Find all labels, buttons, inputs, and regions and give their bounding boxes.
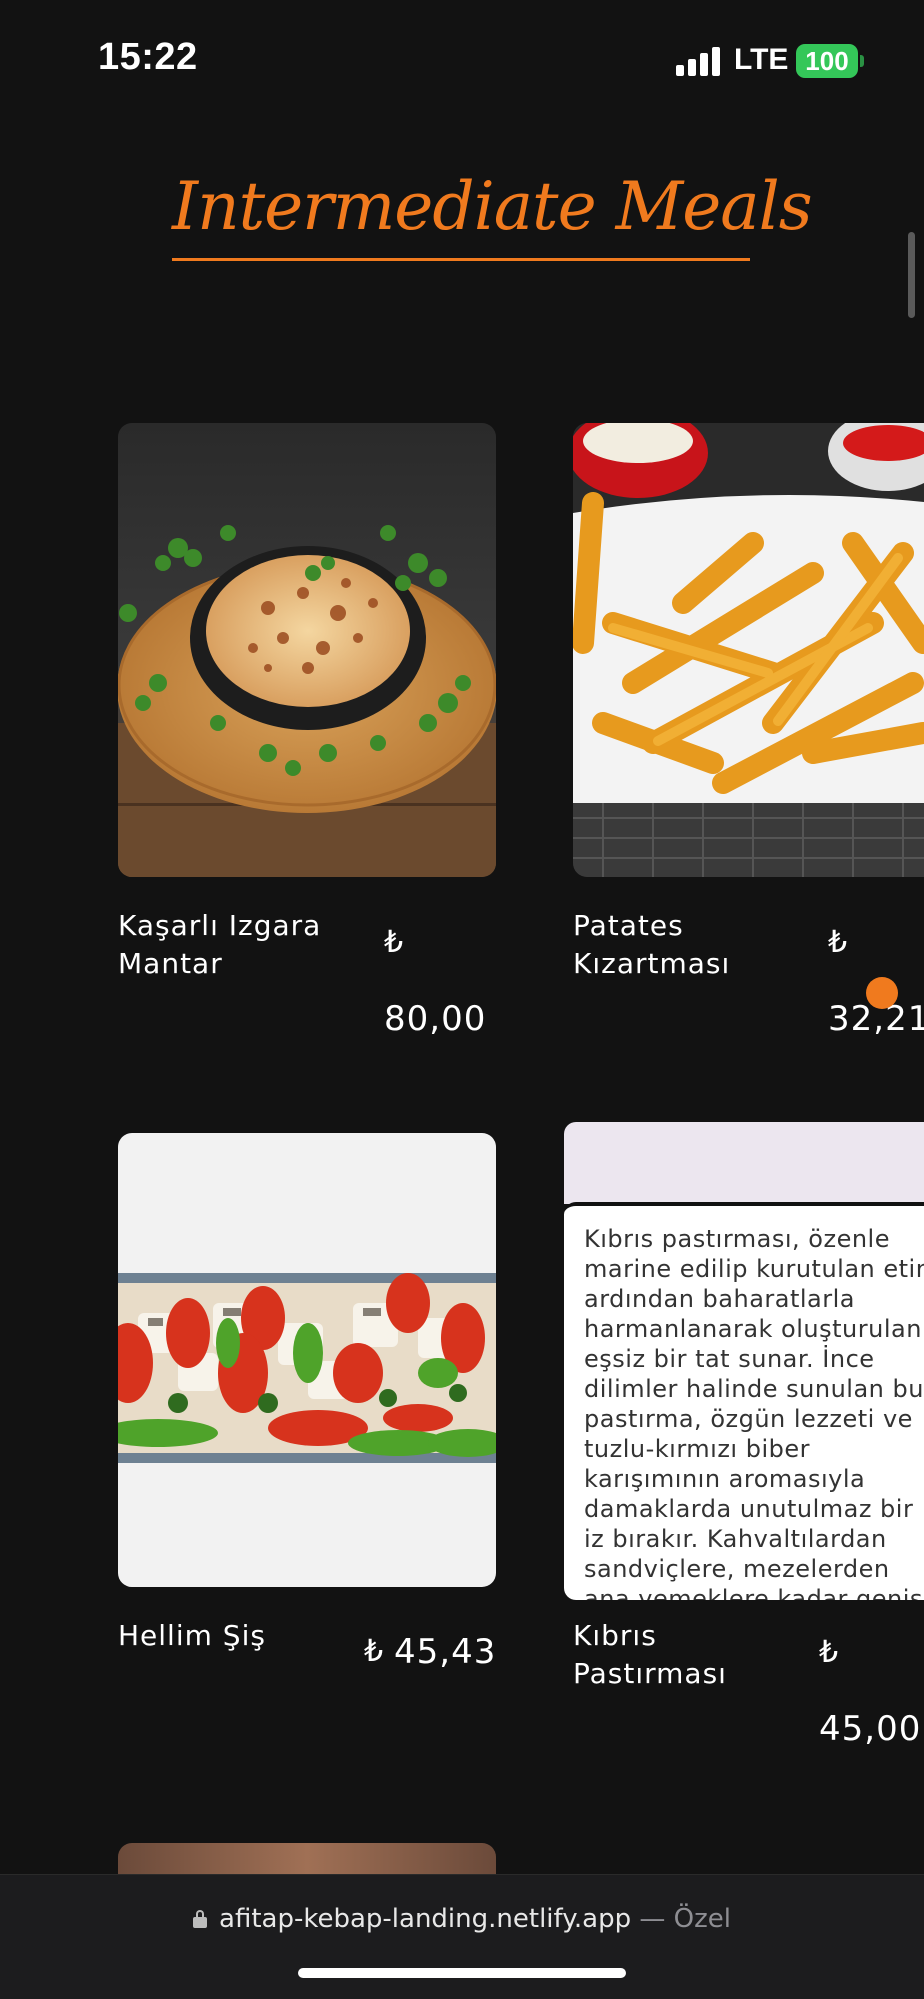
item-name-line: Patates bbox=[573, 909, 684, 942]
notification-dot[interactable] bbox=[866, 977, 898, 1009]
item-name: Hellim Şiş bbox=[118, 1619, 266, 1652]
browser-address-bar[interactable] bbox=[0, 1874, 924, 1999]
scrollbar-thumb[interactable] bbox=[908, 232, 915, 318]
item-name-line: Kızartması bbox=[573, 947, 731, 980]
network-type: LTE bbox=[734, 43, 789, 76]
mushroom-skillet-image[interactable] bbox=[118, 423, 496, 877]
page: 15:22 LTE 100 Intermediate Meals Kaşarlı… bbox=[0, 0, 924, 1999]
item-description: Kıbrıs pastırması, özenle marine edilip … bbox=[584, 1225, 924, 1600]
item-name: Patates Kızartması bbox=[573, 907, 793, 983]
item-price: 45,43 bbox=[394, 1632, 497, 1672]
home-indicator[interactable] bbox=[298, 1968, 626, 1978]
currency-symbol: ₺ bbox=[828, 925, 848, 960]
halloumi-skewer-image[interactable] bbox=[118, 1133, 496, 1587]
browser-url-display[interactable]: afitap-kebap-landing.netlify.app — Özel bbox=[0, 1904, 924, 1934]
section-title-underline bbox=[172, 258, 750, 261]
description-card[interactable]: Kıbrıs pastırması, özenle marine edilip … bbox=[564, 1202, 924, 1600]
item-price: 45,00 bbox=[819, 1709, 922, 1749]
item-description-panel[interactable]: Kıbrıs pastırması, özenle marine edilip … bbox=[564, 1122, 924, 1600]
item-name-line: Pastırması bbox=[573, 1657, 727, 1690]
item-price: 80,00 bbox=[384, 999, 487, 1039]
item-name-line: Kıbrıs bbox=[573, 1619, 657, 1652]
battery-icon: 100 bbox=[796, 44, 858, 78]
currency-symbol: ₺ bbox=[384, 925, 404, 960]
status-time: 15:22 bbox=[98, 36, 198, 78]
item-name-line: Mantar bbox=[118, 947, 223, 980]
item-name: Kıbrıs Pastırması bbox=[573, 1617, 793, 1693]
currency-symbol: ₺ bbox=[819, 1635, 839, 1670]
currency-symbol: ₺ bbox=[364, 1634, 384, 1669]
private-mode-label: Özel bbox=[673, 1904, 731, 1934]
item-image-peek bbox=[564, 1122, 924, 1204]
item-name: Kaşarlı Izgara Mantar bbox=[118, 907, 338, 983]
battery-tip bbox=[860, 55, 864, 67]
item-name-line: Kaşarlı Izgara bbox=[118, 909, 322, 942]
french-fries-image[interactable] bbox=[573, 423, 924, 877]
cellular-signal-icon bbox=[676, 46, 722, 76]
lock-icon bbox=[193, 1910, 208, 1928]
section-title: Intermediate Meals bbox=[172, 168, 813, 245]
url-text: afitap-kebap-landing.netlify.app bbox=[219, 1904, 632, 1934]
url-separator: — bbox=[631, 1904, 674, 1934]
